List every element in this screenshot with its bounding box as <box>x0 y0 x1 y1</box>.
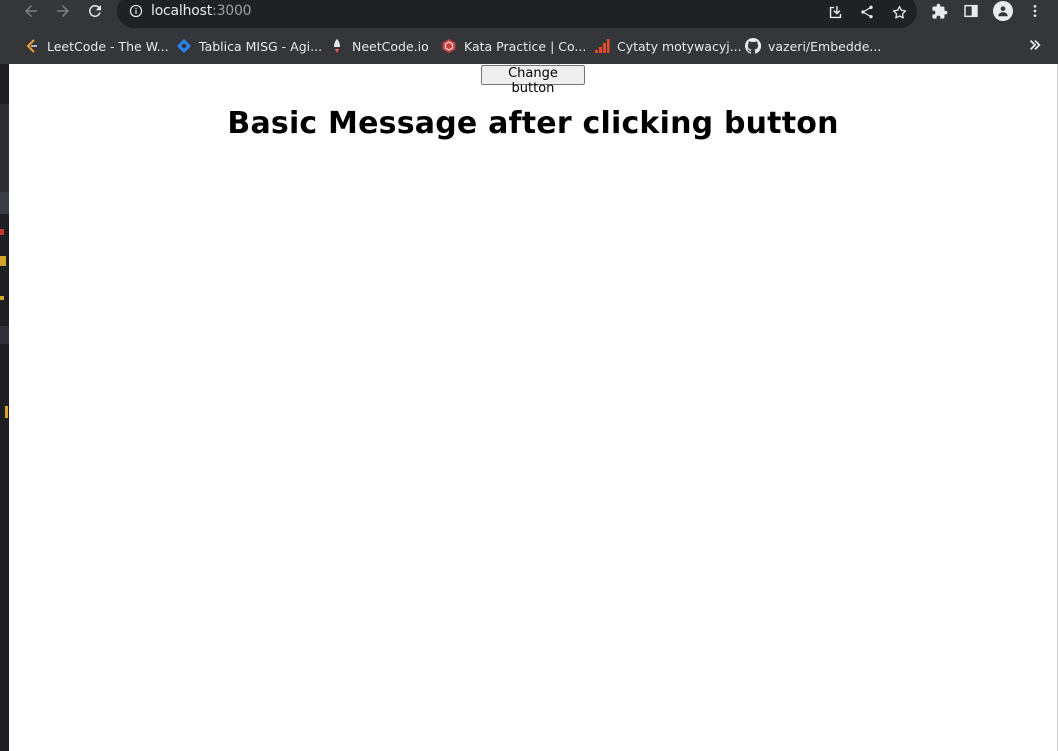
url-port: :3000 <box>212 3 252 19</box>
bookmark-label: Tablica MISG - Agi... <box>199 38 323 54</box>
bars-icon <box>595 39 610 53</box>
url-host: localhost <box>151 3 213 19</box>
jira-icon <box>177 39 191 53</box>
extensions-button[interactable] <box>926 0 952 22</box>
share-button[interactable] <box>858 3 876 21</box>
back-button[interactable] <box>17 0 45 22</box>
strip-block <box>5 406 8 418</box>
strip-block <box>0 229 4 235</box>
address-bar[interactable]: localhost:3000 <box>117 0 917 28</box>
bookmark-label: Cytaty motywacyj... <box>617 38 742 54</box>
leetcode-icon <box>26 39 37 53</box>
neetcode-icon <box>334 39 340 53</box>
strip-block <box>0 192 9 214</box>
share-icon <box>861 5 873 19</box>
star-icon <box>892 5 906 19</box>
browser-toolbar: localhost:3000 <box>0 0 1058 28</box>
bookmark-neetcode[interactable]: NeetCode.io <box>329 36 429 56</box>
bookmark-tablica[interactable]: Tablica MISG - Agi... <box>176 36 322 56</box>
forward-button[interactable] <box>49 0 77 22</box>
bookmark-leetcode[interactable]: LeetCode - The W... <box>24 36 169 56</box>
profile-button[interactable] <box>990 0 1016 22</box>
codewars-icon <box>442 39 456 53</box>
arrow-left-icon <box>25 5 37 17</box>
puzzle-icon <box>931 3 947 19</box>
arrow-right-icon <box>57 5 69 17</box>
page-heading: Basic Message after clicking button <box>227 106 839 141</box>
double-chevron-right-icon <box>1030 40 1041 50</box>
bookmark-codewars[interactable]: Kata Practice | Co... <box>441 36 586 56</box>
strip-block <box>0 296 4 300</box>
install-icon <box>829 5 841 18</box>
menu-button[interactable] <box>1022 0 1048 22</box>
more-vert-icon <box>1033 5 1037 17</box>
bookmark-github[interactable]: vazeri/Embedde... <box>745 36 881 56</box>
reload-icon <box>88 4 101 17</box>
strip-block <box>0 326 9 344</box>
bookmark-label: NeetCode.io <box>352 38 429 54</box>
strip-block <box>0 104 9 192</box>
page-viewport: Change button Basic Message after clicki… <box>9 64 1057 751</box>
side-panel-icon <box>964 4 978 18</box>
bookmark-star-button[interactable] <box>890 3 908 21</box>
bookmarks-bar: LeetCode - The W... Tablica MISG - Agi..… <box>0 28 1058 64</box>
bookmark-label: Kata Practice | Co... <box>464 38 587 54</box>
more-bookmarks-button[interactable] <box>1028 38 1044 54</box>
strip-block <box>0 256 6 266</box>
bookmark-label: LeetCode - The W... <box>47 38 169 54</box>
change-button[interactable]: Change button <box>481 65 585 96</box>
bookmark-cytaty[interactable]: Cytaty motywacyj... <box>594 36 742 56</box>
url-text[interactable]: localhost:3000 <box>151 3 252 19</box>
side-panel-button[interactable] <box>958 0 984 22</box>
avatar <box>993 1 1013 21</box>
install-app-button[interactable] <box>826 3 844 21</box>
github-icon <box>745 38 761 54</box>
info-icon[interactable] <box>129 4 143 18</box>
person-icon <box>998 6 1008 17</box>
reload-button[interactable] <box>81 0 109 22</box>
background-window-strip <box>0 64 9 751</box>
bookmark-label: vazeri/Embedde... <box>768 38 882 54</box>
